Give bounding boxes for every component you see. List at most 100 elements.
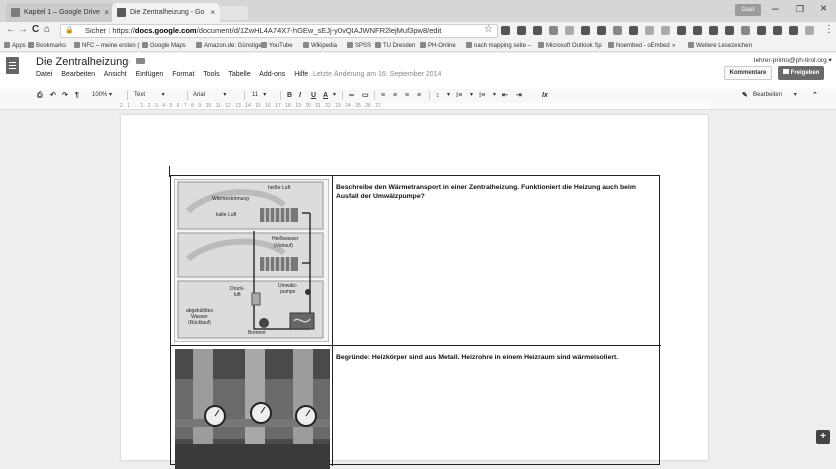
line-spacing-icon[interactable]: ↕ bbox=[436, 89, 440, 102]
chevron-down-icon[interactable]: ▾ bbox=[333, 89, 336, 102]
chevron-down-icon[interactable]: ▾ bbox=[447, 89, 450, 102]
tab-google-drive[interactable]: Kapitel 1 – Google Drive × bbox=[6, 3, 114, 22]
extension-icon[interactable] bbox=[677, 26, 686, 35]
menu-add-ons[interactable]: Add-ons bbox=[259, 71, 285, 78]
extension-icon[interactable] bbox=[517, 26, 526, 35]
menu-tabelle[interactable]: Tabelle bbox=[228, 71, 250, 78]
worksheet-table[interactable]: heiße Luft Wärmeströmung kalte Luft Heiß… bbox=[170, 175, 661, 469]
extension-icon[interactable] bbox=[661, 26, 670, 35]
bookmark-apps[interactable]: Apps bbox=[4, 40, 26, 52]
extension-icon[interactable] bbox=[581, 26, 590, 35]
chevron-down-icon[interactable]: ▾ bbox=[470, 89, 473, 102]
redo-icon[interactable]: ↷ bbox=[62, 89, 68, 102]
bookmark-ph-online[interactable]: PH-Online bbox=[420, 40, 456, 52]
minimize-button[interactable]: – bbox=[772, 1, 779, 15]
menu-bearbeiten[interactable]: Bearbeiten bbox=[61, 71, 95, 78]
extension-icon[interactable] bbox=[805, 26, 814, 35]
bookmark-noembed[interactable]: Noembed - oEmbed bbox=[608, 40, 670, 52]
style-select[interactable]: Text ▾ bbox=[134, 89, 165, 102]
guest-profile-badge[interactable]: Gast bbox=[735, 4, 761, 16]
forward-button[interactable]: → bbox=[18, 24, 28, 35]
menu-tools[interactable]: Tools bbox=[203, 71, 219, 78]
clear-formatting-icon[interactable]: Ix bbox=[542, 89, 548, 102]
tab-close-icon[interactable]: × bbox=[210, 3, 215, 22]
bulleted-list-icon[interactable]: ⁝≡ bbox=[479, 89, 485, 102]
share-button[interactable]: Freigeben bbox=[778, 66, 824, 80]
address-bar[interactable]: 🔒 Sicher | https://docs.google.com/docum… bbox=[60, 24, 498, 38]
align-left-icon[interactable]: ≡ bbox=[381, 89, 385, 102]
folder-icon[interactable] bbox=[136, 58, 146, 64]
document-page[interactable]: heiße Luft Wärmeströmung kalte Luft Heiß… bbox=[121, 115, 708, 469]
bookmark-mapping[interactable]: nach mapping seite – bbox=[466, 40, 531, 52]
align-right-icon[interactable]: ≡ bbox=[405, 89, 409, 102]
paint-format-icon[interactable]: ¶ bbox=[75, 89, 79, 102]
ruler-marks[interactable]: 2 · 1 · · · 1 · 2 · 3 · 4 · 5 · 6 · 7 · … bbox=[120, 103, 710, 109]
menu-einfuegen[interactable]: Einfügen bbox=[136, 71, 164, 78]
extension-icon[interactable] bbox=[693, 26, 702, 35]
comments-button[interactable]: Kommentare bbox=[724, 66, 772, 80]
chevron-down-icon[interactable]: ▾ bbox=[493, 89, 496, 102]
document-title[interactable]: Die Zentralheizung bbox=[36, 56, 128, 68]
bookmark-youtube[interactable]: YouTube bbox=[261, 40, 293, 52]
close-window-button[interactable]: × bbox=[820, 1, 827, 15]
comment-icon[interactable]: ▭ bbox=[362, 89, 369, 102]
heating-pipes-photo[interactable] bbox=[175, 349, 330, 469]
font-size-select[interactable]: 11 ▾ bbox=[252, 89, 266, 102]
link-icon[interactable]: ∞ bbox=[349, 89, 354, 102]
menu-ansicht[interactable]: Ansicht bbox=[104, 71, 127, 78]
bookmark-amazon[interactable]: Amazon.de: Günstige bbox=[196, 40, 262, 52]
last-edit-link[interactable]: Letzte Änderung am 16. September 2014 bbox=[313, 71, 441, 78]
decrease-indent-icon[interactable]: ⇤ bbox=[502, 89, 508, 102]
increase-indent-icon[interactable]: ⇥ bbox=[516, 89, 522, 102]
zoom-select[interactable]: 100% ▾ bbox=[92, 89, 112, 102]
bookmark-google-maps[interactable]: Google Maps bbox=[142, 40, 186, 52]
bookmark-tu-dresden[interactable]: TU Dresden bbox=[375, 40, 415, 52]
menu-datei[interactable]: Datei bbox=[36, 71, 52, 78]
question-2[interactable]: Begründe: Heizkörper sind aus Metall. He… bbox=[336, 353, 658, 362]
extension-icon[interactable] bbox=[709, 26, 718, 35]
bookmark-outlook[interactable]: Microsoft Outlook Sp bbox=[538, 40, 602, 52]
print-icon[interactable]: ⎙ bbox=[37, 89, 43, 102]
extension-icon[interactable] bbox=[565, 26, 574, 35]
menu-format[interactable]: Format bbox=[172, 71, 194, 78]
extension-icon[interactable] bbox=[645, 26, 654, 35]
bookmarks-overflow[interactable]: » bbox=[672, 40, 675, 52]
bookmark-wikipedia[interactable]: Wikipedia bbox=[303, 40, 337, 52]
reload-button[interactable]: C bbox=[32, 24, 39, 35]
docs-home-icon[interactable] bbox=[6, 57, 19, 74]
back-button[interactable]: ← bbox=[6, 24, 16, 35]
bookmark-bookmarks[interactable]: Bookmarks bbox=[28, 40, 66, 52]
restore-button[interactable]: ❐ bbox=[796, 4, 804, 15]
extension-icon[interactable] bbox=[533, 26, 542, 35]
extension-icon[interactable] bbox=[629, 26, 638, 35]
pencil-icon[interactable]: ✎ bbox=[742, 89, 748, 102]
font-select[interactable]: Arial ▾ bbox=[193, 89, 226, 102]
align-justify-icon[interactable]: ≡ bbox=[417, 89, 421, 102]
explore-button[interactable]: + bbox=[816, 430, 830, 444]
home-button[interactable]: ⌂ bbox=[44, 24, 50, 35]
bold-button[interactable]: B bbox=[287, 89, 292, 102]
extension-icon[interactable] bbox=[597, 26, 606, 35]
italic-button[interactable]: I bbox=[299, 89, 301, 102]
numbered-list-icon[interactable]: ⁝≡ bbox=[456, 89, 462, 102]
extension-icon[interactable] bbox=[549, 26, 558, 35]
user-account[interactable]: lehrer-primo@ph-tirol.org ▾ bbox=[754, 56, 832, 64]
extension-icon[interactable] bbox=[741, 26, 750, 35]
text-color-button[interactable]: A bbox=[323, 89, 328, 102]
new-tab-button[interactable] bbox=[220, 6, 248, 20]
extension-icon[interactable] bbox=[725, 26, 734, 35]
mode-select[interactable]: Bearbeiten ▾ bbox=[753, 89, 797, 102]
bookmark-star-icon[interactable]: ☆ bbox=[484, 24, 493, 35]
extension-icon[interactable] bbox=[773, 26, 782, 35]
tab-close-icon[interactable]: × bbox=[104, 3, 109, 22]
menu-hilfe[interactable]: Hilfe bbox=[294, 71, 308, 78]
align-center-icon[interactable]: ≡ bbox=[393, 89, 397, 102]
question-1[interactable]: Beschreibe den Wärmetransport in einer Z… bbox=[336, 183, 658, 201]
extension-icon[interactable] bbox=[789, 26, 798, 35]
collapse-icon[interactable]: ⌃ bbox=[812, 89, 818, 102]
bookmark-nfc[interactable]: NFC – meine ersten ( bbox=[74, 40, 139, 52]
extension-icon[interactable] bbox=[613, 26, 622, 35]
extension-icon[interactable] bbox=[501, 26, 510, 35]
bookmark-spss[interactable]: SPSS bbox=[347, 40, 371, 52]
heating-diagram[interactable]: heiße Luft Wärmeströmung kalte Luft Heiß… bbox=[173, 178, 330, 343]
